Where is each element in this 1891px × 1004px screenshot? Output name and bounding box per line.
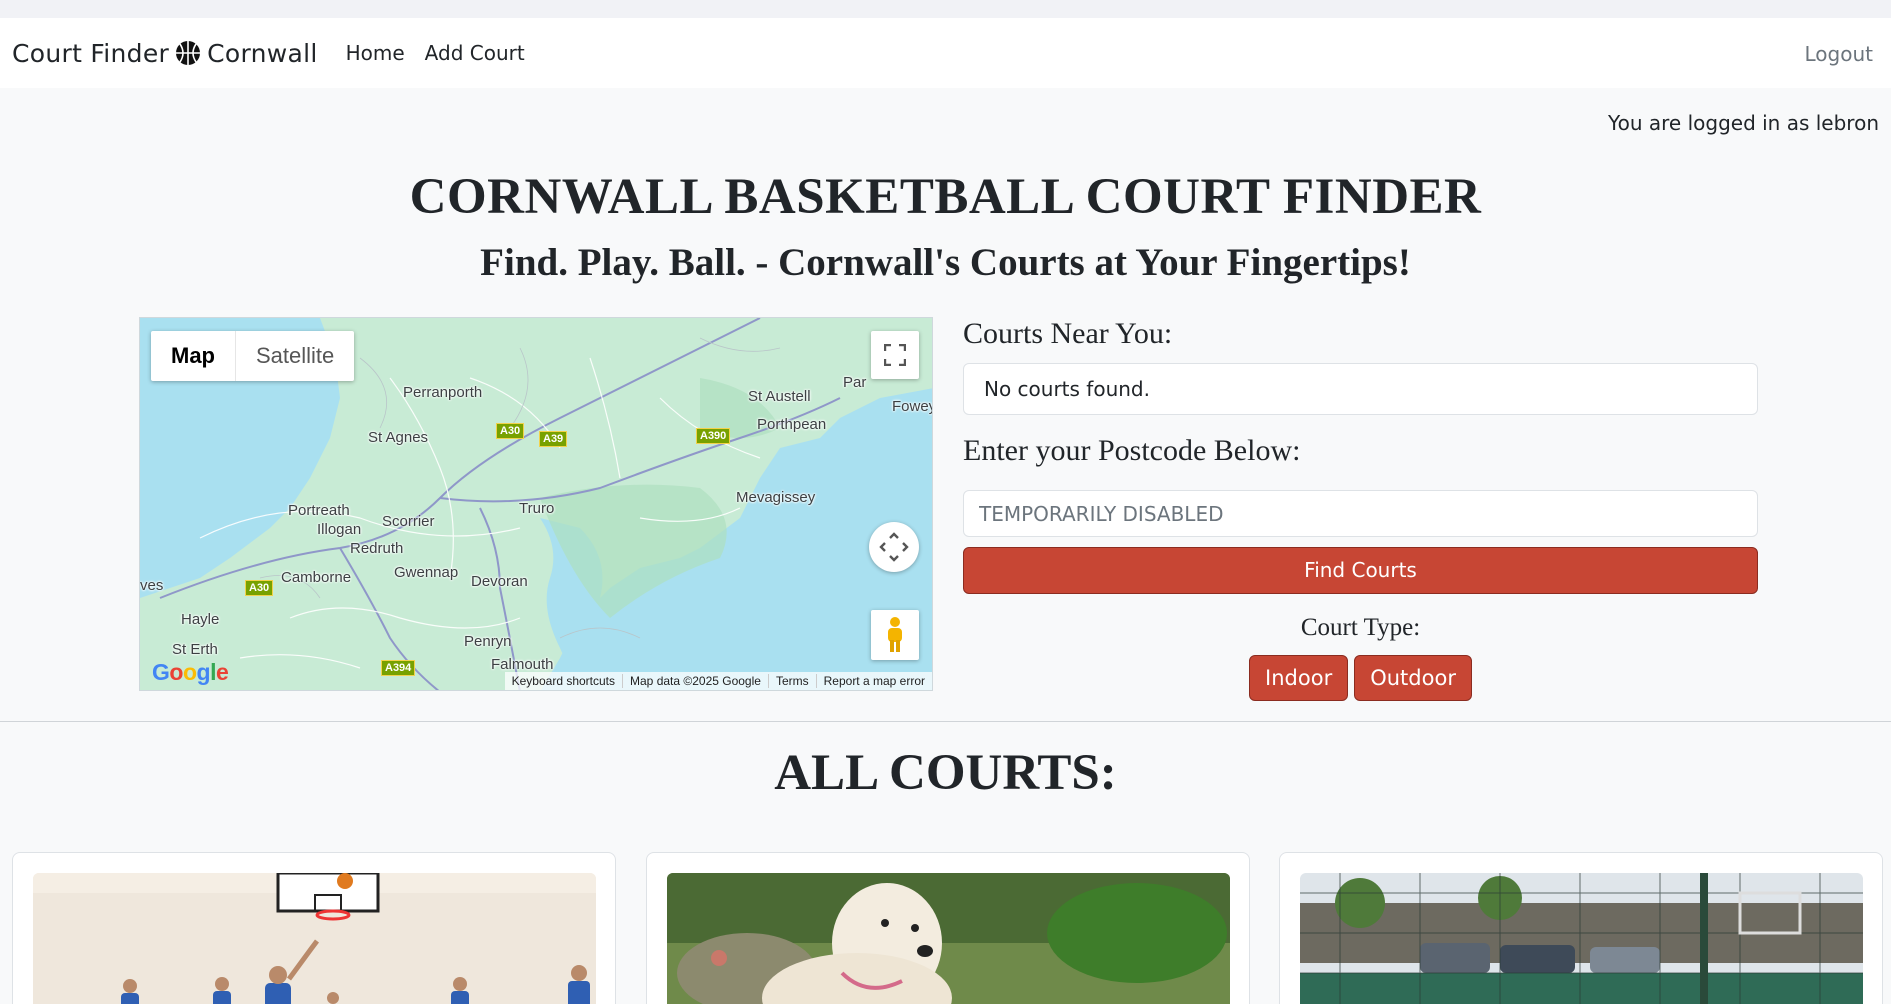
place-label: Penryn (464, 633, 512, 650)
place-label: Hayle (181, 611, 220, 628)
place-label: Mevagissey (736, 489, 816, 506)
logout-link[interactable]: Logout (1805, 42, 1873, 66)
nav-add-court[interactable]: Add Court (425, 41, 525, 65)
logged-in-status: You are logged in as lebron (1608, 111, 1879, 135)
courts-near-title: Courts Near You: (963, 317, 1173, 350)
court-card[interactable] (646, 852, 1250, 1004)
place-label: Fowey (892, 398, 933, 415)
place-label: Redruth (350, 540, 404, 557)
court-type-buttons: Indoor Outdoor (963, 655, 1758, 701)
place-label: Portreath (288, 502, 350, 519)
place-label: Camborne (281, 569, 352, 586)
place-label: Scorrier (382, 513, 435, 530)
courts-near-result: No courts found. (963, 363, 1758, 415)
brand-left: Court Finder (12, 38, 170, 68)
place-label: Porthpean (757, 416, 827, 433)
nav-home[interactable]: Home (346, 41, 405, 65)
court-type-label: Court Type: (1300, 614, 1421, 641)
brand-right: Cornwall (207, 38, 318, 68)
place-label: Devoran (471, 573, 528, 590)
section-divider (0, 721, 1891, 722)
basketball-icon (175, 40, 201, 66)
road-shield: A30 (496, 423, 525, 439)
place-label: Gwennap (394, 564, 459, 581)
find-courts-button[interactable]: Find Courts (963, 547, 1758, 594)
street-view-pegman-icon[interactable] (871, 610, 919, 660)
top-strip (0, 0, 1891, 18)
map-type-satellite[interactable]: Satellite (236, 331, 354, 381)
indoor-basketball-game-photo[interactable] (33, 873, 596, 1004)
place-label: Par (843, 374, 867, 391)
page-subtitle: Find. Play. Ball. - Cornwall's Courts at… (480, 241, 1411, 284)
place-label: St Erth (172, 641, 218, 658)
court-card[interactable] (1279, 852, 1883, 1004)
road-shield: A390 (696, 428, 731, 444)
white-dog-photo[interactable] (667, 873, 1230, 1004)
postcode-title: Enter your Postcode Below: (963, 434, 1301, 467)
place-label: Truro (519, 500, 555, 517)
camera-control-icon[interactable] (869, 522, 919, 572)
map-type-control: Map Satellite (151, 331, 355, 381)
place-label: Perranporth (403, 384, 483, 401)
map-data-attribution: Map data ©2025 Google (622, 674, 768, 688)
court-card[interactable] (12, 852, 616, 1004)
outdoor-court-photo[interactable] (1300, 873, 1863, 1004)
keyboard-shortcuts-link[interactable]: Keyboard shortcuts (505, 674, 622, 688)
terms-link[interactable]: Terms (767, 674, 816, 688)
navbar: Court Finder Cornwall Home Add Court Log… (0, 18, 1891, 88)
report-map-error-link[interactable]: Report a map error (815, 674, 932, 688)
place-label: ves (140, 577, 164, 594)
indoor-button[interactable]: Indoor (1249, 655, 1349, 701)
place-label: Illogan (317, 521, 362, 538)
fullscreen-icon[interactable] (871, 331, 919, 379)
place-label: St Austell (748, 388, 811, 405)
place-label: Falmouth (491, 656, 554, 673)
road-shield: A394 (381, 660, 416, 676)
place-label: St Agnes (368, 429, 429, 446)
all-courts-title: ALL COURTS: (774, 745, 1117, 801)
outdoor-button[interactable]: Outdoor (1354, 655, 1472, 701)
google-logo[interactable]: Google (152, 659, 229, 686)
google-map[interactable]: Map Satellite Perranporth St Agnes Portr… (139, 317, 933, 691)
page-title: CORNWALL BASKETBALL COURT FINDER (409, 169, 1482, 225)
road-shield: A39 (539, 431, 568, 447)
map-type-map[interactable]: Map (151, 331, 236, 381)
brand[interactable]: Court Finder Cornwall (12, 39, 318, 68)
map-footer: Keyboard shortcuts Map data ©2025 Google… (504, 672, 932, 690)
road-shield: A30 (245, 580, 274, 596)
postcode-input[interactable] (963, 490, 1758, 537)
